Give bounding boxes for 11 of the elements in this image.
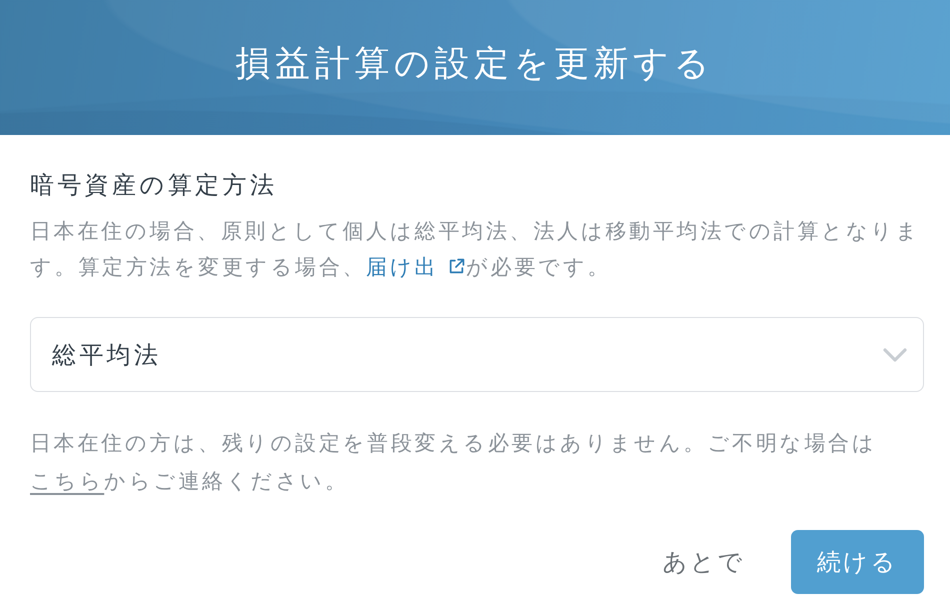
help-text: 日本在住の方は、残りの設定を普段変える必要はありません。ご不明な場合は こちら からご連絡ください。 bbox=[30, 430, 878, 495]
description-text: 日本在住の場合、原則として個人は総平均法、法人は移動平均法での計算となります。算定方法を変更する場合、届け出 が必要です。 bbox=[30, 218, 922, 281]
chevron-down-icon bbox=[883, 348, 907, 362]
contact-link[interactable]: こちら bbox=[30, 469, 104, 493]
external-link-icon bbox=[448, 258, 465, 275]
section-heading: 暗号資産の算定方法 bbox=[30, 170, 278, 201]
method-select[interactable]: 総平均法 bbox=[30, 317, 924, 392]
later-button[interactable]: あとで bbox=[638, 530, 769, 594]
filing-link[interactable]: 届け出 bbox=[366, 255, 466, 279]
dialog-title: 損益計算の設定を更新する bbox=[236, 42, 714, 86]
continue-button[interactable]: 続ける bbox=[790, 530, 924, 594]
